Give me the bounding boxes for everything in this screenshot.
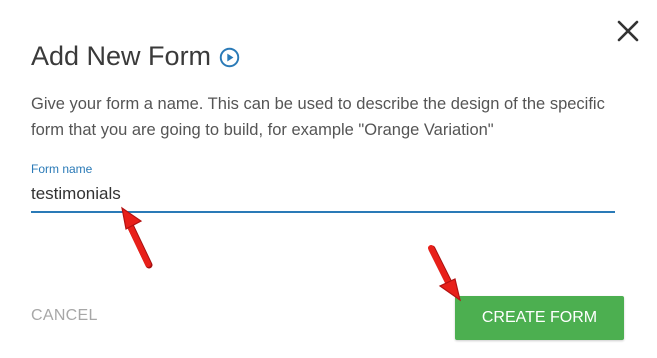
close-icon[interactable] — [614, 17, 642, 45]
dialog-title: Add New Form — [31, 39, 240, 73]
cancel-button[interactable]: CANCEL — [31, 307, 98, 325]
create-form-button[interactable]: CREATE FORM — [455, 296, 624, 340]
play-circle-icon[interactable] — [219, 47, 240, 68]
dialog-title-text: Add New Form — [31, 41, 212, 71]
add-new-form-dialog: Add New Form Give your form a name. This… — [0, 0, 657, 358]
form-name-input[interactable] — [31, 177, 615, 213]
dialog-description: Give your form a name. This can be used … — [31, 95, 605, 139]
form-name-label: Form name — [31, 162, 93, 176]
form-name-field: Form name — [31, 162, 615, 213]
